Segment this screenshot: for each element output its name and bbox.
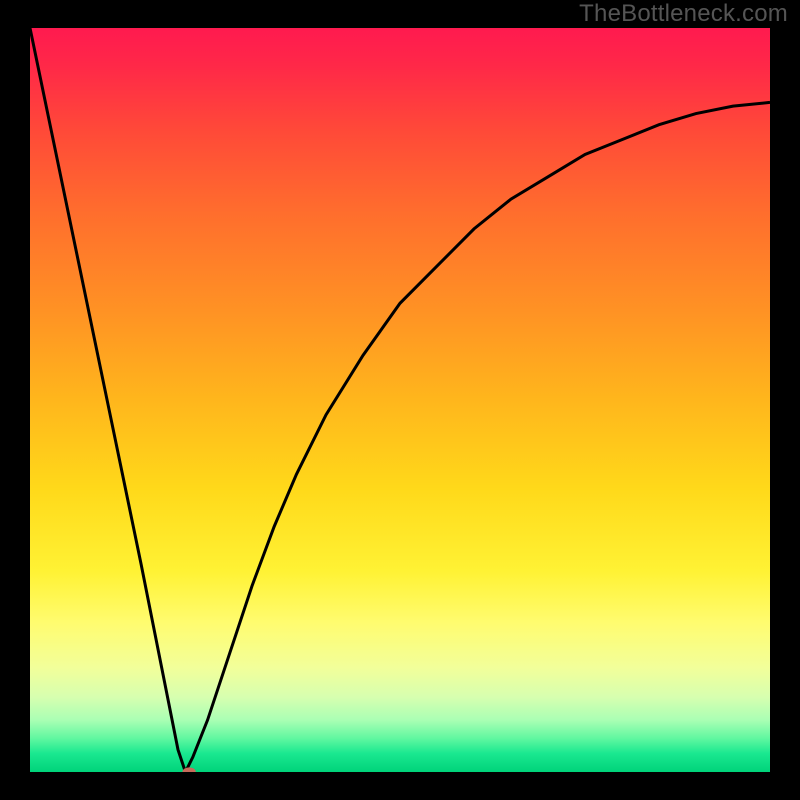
chart-frame: TheBottleneck.com	[0, 0, 800, 800]
watermark-text: TheBottleneck.com	[579, 0, 788, 28]
gradient-background	[30, 28, 770, 772]
plot-area	[30, 28, 770, 772]
chart-svg	[30, 28, 770, 772]
